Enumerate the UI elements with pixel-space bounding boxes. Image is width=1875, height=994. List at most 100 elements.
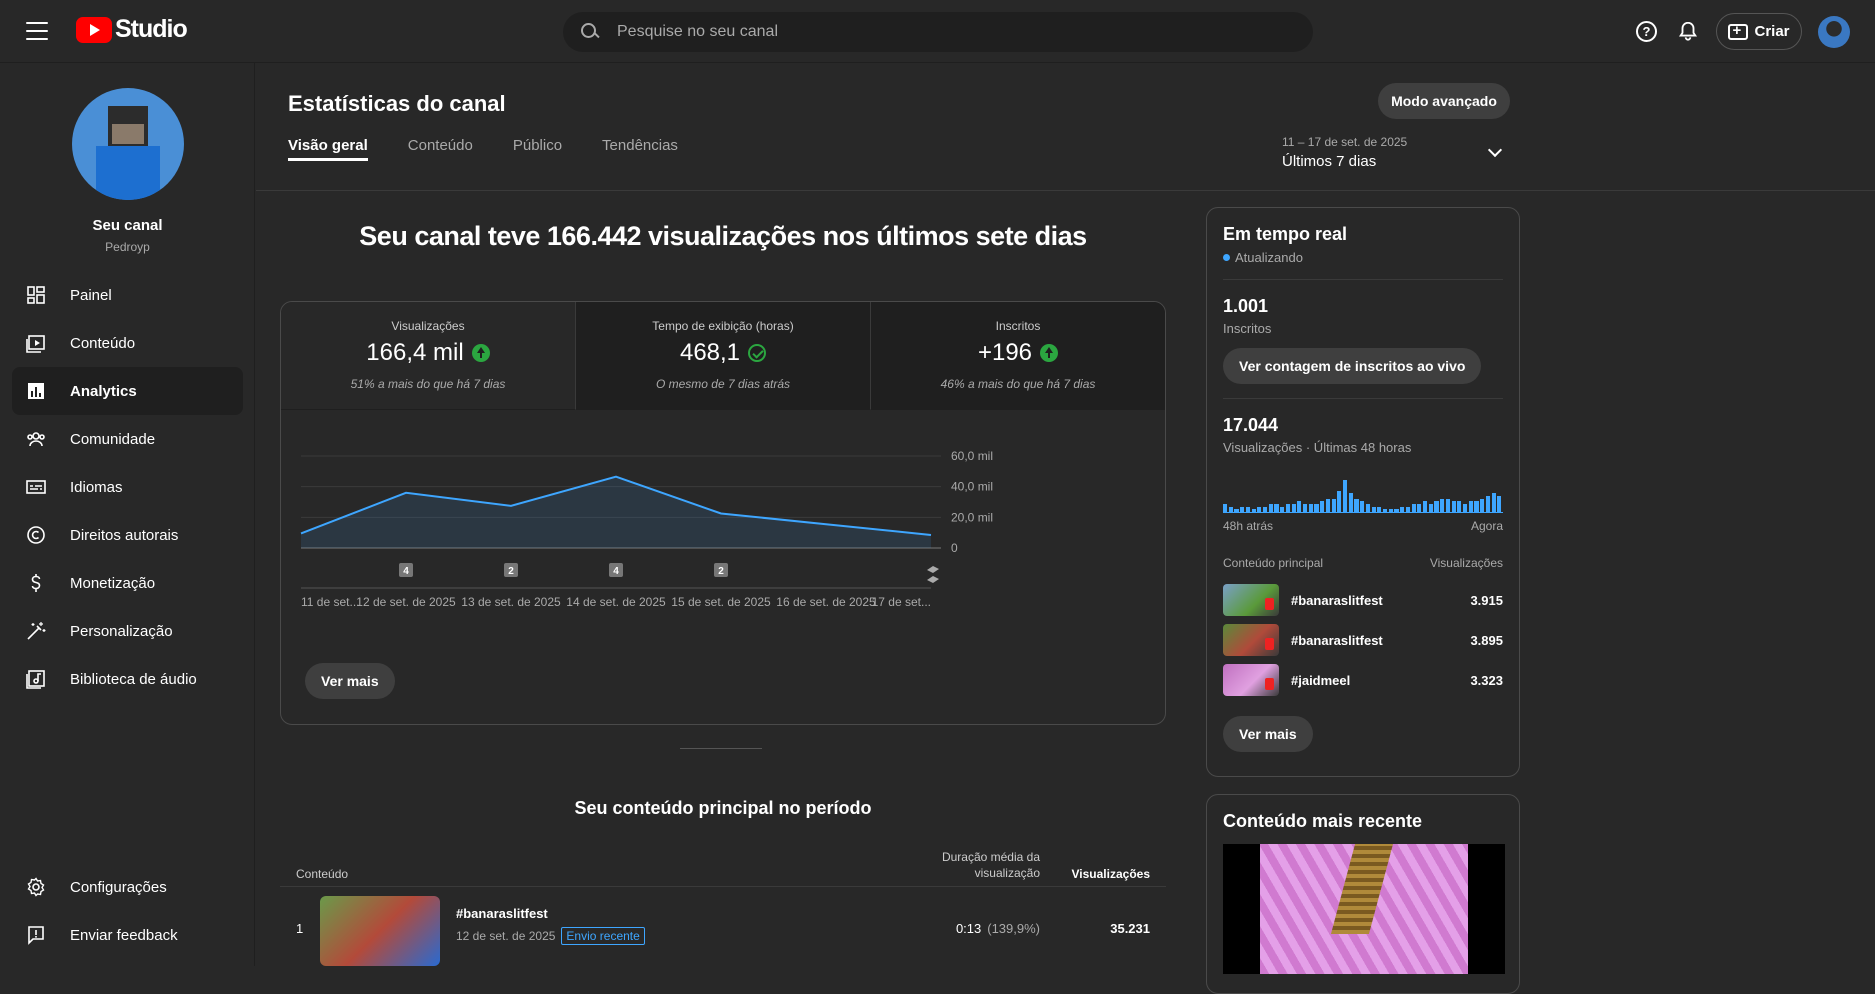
column-header-duration[interactable]: Duração média da visualização: [900, 849, 1040, 881]
tab-visao-geral[interactable]: Visão geral: [288, 127, 368, 161]
realtime-bar: [1463, 504, 1467, 512]
dollar-icon: [26, 573, 46, 593]
area-fill: [301, 477, 931, 548]
bars-end-label: Agora: [1471, 519, 1503, 533]
list-item[interactable]: #banaraslitfest 3.895: [1223, 620, 1503, 660]
date-range-picker[interactable]: 11 – 17 de set. de 2025 Últimos 7 dias: [1282, 135, 1407, 170]
list-item[interactable]: #banaraslitfest 3.915: [1223, 580, 1503, 620]
realtime-bar: [1394, 509, 1398, 512]
sidebar-item-painel[interactable]: Painel: [12, 271, 243, 319]
community-icon: [26, 429, 46, 449]
avg-duration-percent: (139,9%): [987, 921, 1040, 936]
y-tick-label: 40,0 mil: [951, 480, 993, 494]
live-subscriber-count-button[interactable]: Ver contagem de inscritos ao vivo: [1223, 348, 1481, 384]
realtime-bar: [1406, 507, 1410, 512]
metric-views[interactable]: Visualizações 166,4 mil 51% a mais do qu…: [281, 302, 575, 410]
realtime-bar: [1434, 501, 1438, 512]
realtime-bar: [1320, 501, 1324, 512]
realtime-bar: [1326, 499, 1330, 512]
help-icon[interactable]: ?: [1636, 21, 1657, 42]
youtube-logo-icon: [76, 17, 112, 43]
search-icon[interactable]: [581, 23, 599, 41]
realtime-bar: [1480, 499, 1484, 512]
check-icon: [748, 344, 766, 362]
bell-icon[interactable]: [1677, 20, 1699, 42]
top-content-header: Conteúdo principal: [1223, 556, 1323, 570]
tab-bar: Visão geral Conteúdo Público Tendências: [288, 127, 718, 159]
y-tick-label: 0: [951, 541, 958, 555]
video-date: 12 de set. de 2025: [456, 929, 555, 943]
channel-handle: Pedroyp: [0, 240, 255, 254]
realtime-bar: [1280, 507, 1284, 512]
magic-wand-icon: [26, 621, 46, 641]
metrics-card: Visualizações 166,4 mil 51% a mais do qu…: [280, 301, 1166, 725]
divider: [680, 748, 762, 749]
arrow-up-icon: [1040, 344, 1058, 362]
metric-comparison: 46% a mais do que há 7 dias: [871, 377, 1165, 391]
date-range-dates: 11 – 17 de set. de 2025: [1282, 135, 1407, 149]
realtime-subscribers: 1.001: [1223, 296, 1503, 317]
row-rank: 1: [296, 921, 303, 936]
create-button-label: Criar: [1754, 23, 1789, 40]
sidebar-item-analytics[interactable]: Analytics: [12, 367, 243, 415]
metric-watch-time[interactable]: Tempo de exibição (horas) 468,1 O mesmo …: [575, 302, 870, 410]
column-header-views[interactable]: Visualizações: [1060, 867, 1150, 881]
table-row[interactable]: 1 #banaraslitfest 12 de set. de 2025 Env…: [280, 888, 1166, 968]
sidebar-item-idiomas[interactable]: Idiomas: [12, 463, 243, 511]
sidebar-item-biblioteca-de-audio[interactable]: Biblioteca de áudio: [12, 655, 243, 703]
audio-library-icon: [26, 669, 46, 689]
top-views-header: Visualizações: [1430, 556, 1503, 570]
video-title[interactable]: #banaraslitfest: [456, 906, 548, 921]
advanced-mode-button[interactable]: Modo avançado: [1378, 83, 1510, 119]
realtime-bar: [1474, 501, 1478, 512]
video-thumbnail: [1223, 624, 1279, 656]
metric-label: Tempo de exibição (horas): [576, 319, 870, 333]
recent-video-thumbnail[interactable]: [1223, 844, 1505, 974]
studio-logo[interactable]: Studio: [76, 15, 187, 44]
sidebar-item-label: Direitos autorais: [70, 527, 178, 544]
metric-subscribers[interactable]: Inscritos +196 46% a mais do que há 7 di…: [870, 302, 1165, 410]
sidebar-item-personalizacao[interactable]: Personalização: [12, 607, 243, 655]
realtime-views: 17.044: [1223, 415, 1503, 436]
video-thumbnail[interactable]: [320, 896, 440, 966]
realtime-bar: [1440, 499, 1444, 512]
sidebar-item-monetizacao[interactable]: Monetização: [12, 559, 243, 607]
tab-conteudo[interactable]: Conteúdo: [408, 127, 473, 161]
realtime-bar: [1246, 507, 1250, 512]
sidebar-item-label: Conteúdo: [70, 335, 135, 352]
menu-icon[interactable]: [26, 22, 48, 40]
realtime-bar: [1417, 504, 1421, 512]
sidebar-item-enviar-feedback[interactable]: Enviar feedback: [12, 911, 243, 959]
sidebar-item-comunidade[interactable]: Comunidade: [12, 415, 243, 463]
see-more-button[interactable]: Ver mais: [1223, 716, 1313, 752]
chevron-down-icon[interactable]: [1488, 143, 1502, 157]
sidebar-item-label: Configurações: [70, 879, 167, 896]
search-input[interactable]: [617, 23, 1217, 41]
main-content: Estatísticas do canal Modo avançado Visã…: [256, 63, 1875, 966]
sidebar-item-direitos-autorais[interactable]: Direitos autorais: [12, 511, 243, 559]
page-title: Estatísticas do canal: [288, 91, 506, 117]
account-avatar[interactable]: [1818, 16, 1850, 48]
channel-avatar[interactable]: [72, 88, 184, 200]
see-more-button[interactable]: Ver mais: [305, 663, 395, 699]
realtime-views-label: Visualizações · Últimas 48 horas: [1223, 440, 1503, 455]
search-bar[interactable]: [563, 12, 1313, 52]
create-button[interactable]: Criar: [1716, 13, 1802, 50]
realtime-bar: [1274, 504, 1278, 512]
views-chart[interactable]: 60,0 mil40,0 mil20,0 mil0424211 de set..…: [281, 410, 1166, 630]
sidebar: Seu canal Pedroyp Painel Conteúdo Analyt…: [0, 63, 255, 966]
video-title: #banaraslitfest: [1291, 593, 1470, 608]
tab-tendencias[interactable]: Tendências: [602, 127, 678, 161]
realtime-bar: [1377, 507, 1381, 512]
realtime-bar: [1383, 509, 1387, 512]
bars-start-label: 48h atrás: [1223, 519, 1273, 533]
y-tick-label: 20,0 mil: [951, 510, 993, 524]
x-tick-label: 13 de set. de 2025: [461, 595, 561, 609]
sidebar-item-conteudo[interactable]: Conteúdo: [12, 319, 243, 367]
x-tick-label: 14 de set. de 2025: [566, 595, 666, 609]
list-item[interactable]: #jaidmeel 3.323: [1223, 660, 1503, 700]
realtime-bar-chart[interactable]: [1223, 469, 1503, 513]
tab-publico[interactable]: Público: [513, 127, 562, 161]
video-views: 3.895: [1470, 633, 1503, 648]
sidebar-item-configuracoes[interactable]: Configurações: [12, 863, 243, 911]
